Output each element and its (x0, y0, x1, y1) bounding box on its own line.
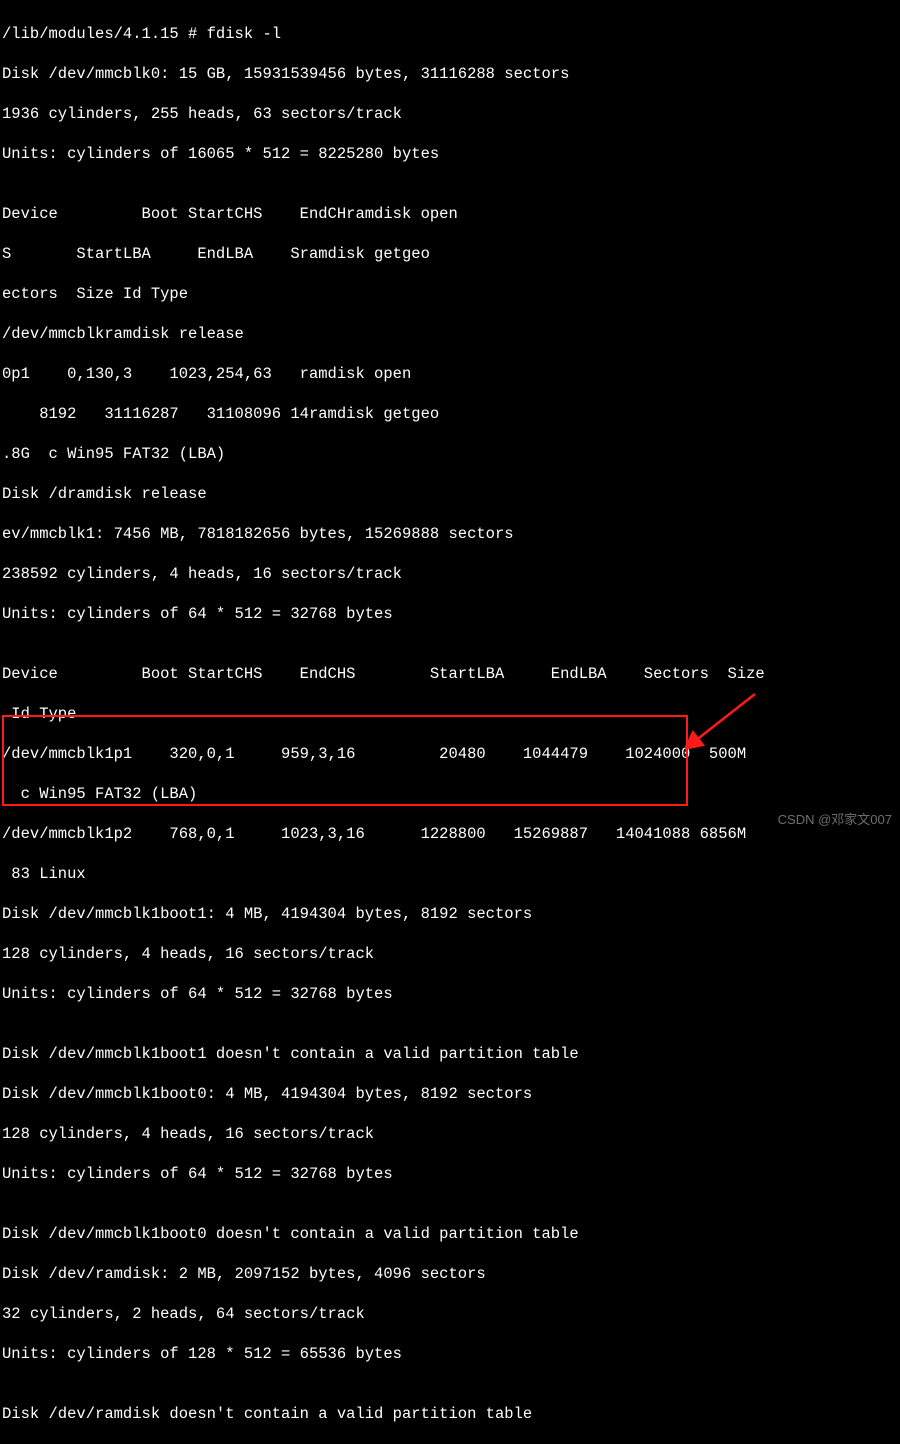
terminal-line: Device Boot StartCHS EndCHramdisk open (2, 204, 898, 224)
terminal-line: Id Type (2, 704, 898, 724)
terminal-line: Disk /dev/mmcblk1boot0: 4 MB, 4194304 by… (2, 1084, 898, 1104)
terminal-line: 238592 cylinders, 4 heads, 16 sectors/tr… (2, 564, 898, 584)
terminal-line: ectors Size Id Type (2, 284, 898, 304)
terminal-line: Units: cylinders of 64 * 512 = 32768 byt… (2, 604, 898, 624)
terminal-line: Disk /dramdisk release (2, 484, 898, 504)
terminal-line: 83 Linux (2, 864, 898, 884)
terminal-line: Disk /dev/mmcblk0: 15 GB, 15931539456 by… (2, 64, 898, 84)
terminal-line: 0p1 0,130,3 1023,254,63 ramdisk open (2, 364, 898, 384)
terminal-line: Disk /dev/ramdisk doesn't contain a vali… (2, 1404, 898, 1424)
terminal-line: /dev/mmcblk1p1 320,0,1 959,3,16 20480 10… (2, 744, 898, 764)
terminal-line: /lib/modules/4.1.15 # fdisk -l (2, 24, 898, 44)
terminal-line: c Win95 FAT32 (LBA) (2, 784, 898, 804)
terminal-output: /lib/modules/4.1.15 # fdisk -l Disk /dev… (0, 0, 900, 1444)
terminal-line: ev/mmcblk1: 7456 MB, 7818182656 bytes, 1… (2, 524, 898, 544)
terminal-line: .8G c Win95 FAT32 (LBA) (2, 444, 898, 464)
terminal-line: Units: cylinders of 64 * 512 = 32768 byt… (2, 1164, 898, 1184)
terminal-line: /dev/mmcblkramdisk release (2, 324, 898, 344)
terminal-line: 1936 cylinders, 255 heads, 63 sectors/tr… (2, 104, 898, 124)
terminal-line: Units: cylinders of 128 * 512 = 65536 by… (2, 1344, 898, 1364)
terminal-line: Device Boot StartCHS EndCHS StartLBA End… (2, 664, 898, 684)
watermark-text: CSDN @邓家文007 (778, 810, 892, 830)
terminal-line: 128 cylinders, 4 heads, 16 sectors/track (2, 944, 898, 964)
terminal-line: Disk /dev/ramdisk: 2 MB, 2097152 bytes, … (2, 1264, 898, 1284)
terminal-line: Units: cylinders of 16065 * 512 = 822528… (2, 144, 898, 164)
terminal-line: Disk /dev/mmcblk1boot1: 4 MB, 4194304 by… (2, 904, 898, 924)
terminal-line: Disk /dev/mmcblk1boot1 doesn't contain a… (2, 1044, 898, 1064)
terminal-line: Disk /dev/mmcblk1boot0 doesn't contain a… (2, 1224, 898, 1244)
terminal-line: S StartLBA EndLBA Sramdisk getgeo (2, 244, 898, 264)
terminal-line: 128 cylinders, 4 heads, 16 sectors/track (2, 1124, 898, 1144)
terminal-line: 8192 31116287 31108096 14ramdisk getgeo (2, 404, 898, 424)
terminal-line: 32 cylinders, 2 heads, 64 sectors/track (2, 1304, 898, 1324)
terminal-line: /dev/mmcblk1p2 768,0,1 1023,3,16 1228800… (2, 824, 898, 844)
terminal-line: Units: cylinders of 64 * 512 = 32768 byt… (2, 984, 898, 1004)
